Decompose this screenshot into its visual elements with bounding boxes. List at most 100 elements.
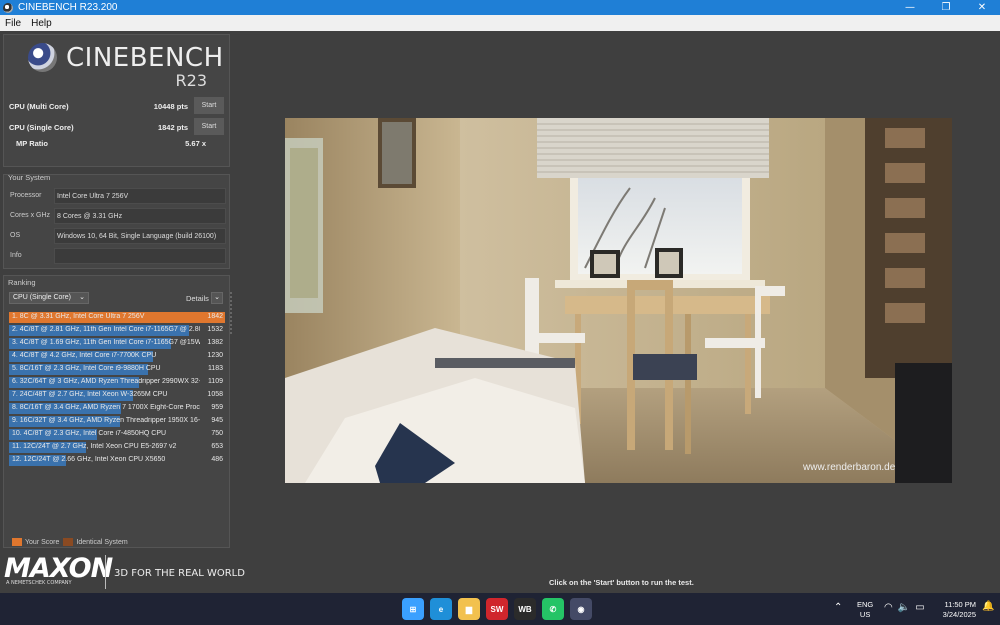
render-watermark: www.renderbaron.de [802, 462, 896, 473]
language-indicator[interactable]: ENG US [857, 600, 873, 620]
ranking-row[interactable]: 10. 4C/8T @ 2.3 GHz, Intel Core i7-4850H… [9, 428, 225, 441]
ranking-row[interactable]: 4. 4C/8T @ 4.2 GHz, Intel Core i7-7700K … [9, 350, 225, 363]
multi-core-label: CPU (Multi Core) [9, 102, 69, 111]
ranking-list: 1. 8C @ 3.31 GHz, Intel Core Ultra 7 256… [9, 311, 225, 467]
info-field[interactable] [54, 248, 226, 264]
ranking-score: 1109 [207, 378, 223, 385]
ranking-panel: Ranking CPU (Single Core) ⌄ Details ⌄ 1.… [3, 275, 230, 548]
your-score-swatch [12, 538, 22, 546]
ranking-label: 12. 12C/24T @ 2.66 GHz, Intel Xeon CPU X… [12, 456, 166, 463]
ranking-row[interactable]: 2. 4C/8T @ 2.81 GHz, 11th Gen Intel Core… [9, 324, 225, 337]
clock-date: 3/24/2025 [942, 610, 976, 619]
ranking-row[interactable]: 8. 8C/16T @ 3.4 GHz, AMD Ryzen 7 1700X E… [9, 402, 225, 415]
ranking-legend: Your Score Identical System [12, 538, 132, 546]
ranking-score: 945 [211, 417, 223, 424]
details-dropdown-button[interactable]: ⌄ [211, 292, 223, 304]
battery-icon: ▭ [915, 602, 925, 613]
your-system-title: Your System [8, 173, 51, 182]
cinebench-taskbar-icon[interactable]: ◉ [570, 598, 592, 620]
ranking-score: 1183 [207, 365, 223, 372]
region-code: US [859, 610, 871, 619]
menu-bar: File Help [0, 15, 1000, 31]
ranking-score: 750 [211, 430, 223, 437]
tray-status-icons[interactable]: ◠ 🔈 ▭ [884, 602, 925, 613]
edge-icon[interactable]: e [430, 598, 452, 620]
maxon-subtitle: A NEMETSCHEK COMPANY [6, 580, 72, 586]
language-code: ENG [857, 600, 874, 609]
clock-time: 11:50 PM [944, 600, 976, 609]
render-scene: www.renderbaron.de [285, 118, 952, 483]
logo-version: R23 [175, 71, 207, 90]
sw-app-icon[interactable]: SW [486, 598, 508, 620]
menu-file[interactable]: File [0, 18, 26, 29]
single-core-row: CPU (Single Core) 1842 pts Start [9, 118, 224, 136]
identical-system-legend: Identical System [76, 538, 128, 546]
ranking-row[interactable]: 1. 8C @ 3.31 GHz, Intel Core Ultra 7 256… [9, 311, 225, 324]
cores-key: Cores x GHz [10, 212, 51, 219]
maximize-button[interactable]: ❐ [928, 0, 964, 15]
ranking-score: 486 [211, 456, 223, 463]
ranking-score: 1842 [207, 313, 223, 320]
your-system-panel: Your System Processor Intel Core Ultra 7… [3, 173, 230, 269]
run-test-hint: Click on the 'Start' button to run the t… [549, 578, 694, 587]
os-key: OS [10, 232, 21, 239]
ranking-label: 3. 4C/8T @ 1.69 GHz, 11th Gen Intel Core… [12, 339, 200, 346]
details-label: Details [186, 294, 209, 303]
file-explorer-icon[interactable]: ▆ [458, 598, 480, 620]
cinebench-logo-icon [28, 43, 57, 72]
ranking-row[interactable]: 9. 16C/32T @ 3.4 GHz, AMD Ryzen Threadri… [9, 415, 225, 428]
windows-start-icon[interactable]: ⊞ [402, 598, 424, 620]
ranking-label: 4. 4C/8T @ 4.2 GHz, Intel Core i7-7700K … [12, 352, 157, 359]
info-row: Info [8, 248, 226, 265]
ranking-scrollbar[interactable] [230, 292, 233, 334]
multi-core-start-button[interactable]: Start [194, 97, 224, 114]
footer-divider [105, 555, 106, 589]
ranking-test-select[interactable]: CPU (Single Core) ⌄ [9, 292, 89, 304]
ranking-label: 2. 4C/8T @ 2.81 GHz, 11th Gen Intel Core… [12, 326, 200, 333]
ranking-row[interactable]: 11. 12C/24T @ 2.7 GHz, Intel Xeon CPU E5… [9, 441, 225, 454]
windows-taskbar: ⊞ e ▆ SW WB ✆ ◉ ⌃ ENG US ◠ 🔈 ▭ 11:50 PM 3/24/2… [0, 593, 1000, 625]
score-panel: CINEBENCH R23 CPU (Multi Core) 10448 pts… [3, 34, 230, 167]
clock[interactable]: 11:50 PM 3/24/2025 [936, 600, 976, 620]
ranking-label: 10. 4C/8T @ 2.3 GHz, Intel Core i7-4850H… [12, 430, 167, 437]
ranking-title: Ranking [8, 278, 36, 287]
ranking-score: 1532 [207, 326, 223, 333]
notification-bell-icon[interactable]: 🔔 [982, 601, 994, 612]
multi-core-row: CPU (Multi Core) 10448 pts Start [9, 97, 224, 115]
ranking-row[interactable]: 5. 8C/16T @ 2.3 GHz, Intel Core i9-9880H… [9, 363, 225, 376]
tray-chevron-up-icon[interactable]: ⌃ [834, 602, 842, 613]
ranking-label: 6. 32C/64T @ 3 GHz, AMD Ryzen Threadripp… [12, 378, 200, 385]
os-row: OS Windows 10, 64 Bit, Single Language (… [8, 228, 226, 245]
identical-system-swatch [63, 538, 74, 546]
cores-row: Cores x GHz 8 Cores @ 3.31 GHz [8, 208, 226, 225]
cinebench-app-icon [3, 2, 13, 13]
ranking-score: 1230 [207, 352, 223, 359]
processor-row: Processor Intel Core Ultra 7 256V [8, 188, 226, 205]
processor-key: Processor [10, 192, 42, 199]
ranking-row[interactable]: 12. 12C/24T @ 2.66 GHz, Intel Xeon CPU X… [9, 454, 225, 467]
single-core-label: CPU (Single Core) [9, 123, 74, 132]
mp-ratio-value: 5.67 x [185, 139, 206, 148]
close-button[interactable]: ✕ [964, 0, 1000, 15]
ranking-label: 1. 8C @ 3.31 GHz, Intel Core Ultra 7 256… [12, 313, 145, 320]
window-title: CINEBENCH R23.200 [18, 2, 118, 13]
mp-ratio-label: MP Ratio [16, 139, 48, 148]
ranking-label: 8. 8C/16T @ 3.4 GHz, AMD Ryzen 7 1700X E… [12, 404, 200, 411]
ranking-label: 5. 8C/16T @ 2.3 GHz, Intel Core i9-9880H… [12, 365, 161, 372]
single-core-start-button[interactable]: Start [194, 118, 224, 135]
ranking-score: 1058 [207, 391, 223, 398]
ranking-row[interactable]: 3. 4C/8T @ 1.69 GHz, 11th Gen Intel Core… [9, 337, 225, 350]
volume-icon: 🔈 [897, 602, 911, 613]
minimize-button[interactable]: — [892, 0, 928, 15]
ranking-row[interactable]: 7. 24C/48T @ 2.7 GHz, Intel Xeon W-3265M… [9, 389, 225, 402]
your-score-legend: Your Score [25, 538, 60, 546]
wifi-icon: ◠ [884, 602, 893, 613]
processor-field: Intel Core Ultra 7 256V [54, 188, 226, 204]
ranking-select-value: CPU (Single Core) [13, 294, 71, 301]
os-field: Windows 10, 64 Bit, Single Language (bui… [54, 228, 226, 244]
ranking-score: 959 [211, 404, 223, 411]
wb-app-icon[interactable]: WB [514, 598, 536, 620]
menu-help[interactable]: Help [26, 18, 57, 29]
ranking-row[interactable]: 6. 32C/64T @ 3 GHz, AMD Ryzen Threadripp… [9, 376, 225, 389]
whatsapp-icon[interactable]: ✆ [542, 598, 564, 620]
